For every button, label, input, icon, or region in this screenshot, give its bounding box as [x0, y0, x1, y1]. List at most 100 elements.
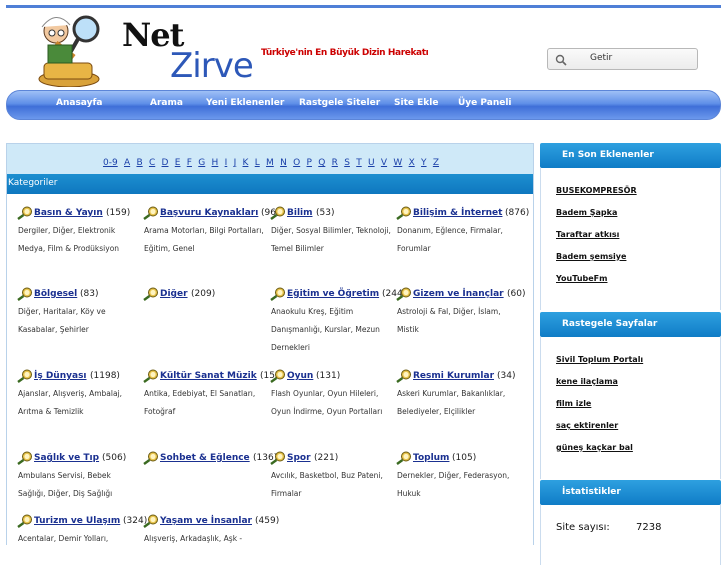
alphabet-link[interactable]: S	[344, 158, 350, 168]
latest-site-link[interactable]: Taraftar atkısı	[556, 224, 720, 246]
category-subcategories[interactable]: Diğer, Sosyal Bilimler, Teknoloji, Temel…	[269, 222, 391, 258]
alphabet-link[interactable]: J	[234, 158, 237, 168]
categories-header: Kategoriler	[7, 174, 533, 194]
category-subcategories[interactable]: Dernekler, Diğer, Federasyon, Hukuk	[395, 467, 517, 503]
logo-zirve-text[interactable]: Zirve	[170, 46, 254, 86]
category-link[interactable]: Resmi Kurumlar	[413, 371, 494, 381]
category-item: Gizem ve İnançlar (60) Astroloji & Fal, Di…	[395, 287, 525, 339]
category-link[interactable]: Basın & Yayın	[34, 208, 103, 218]
category-subcategories[interactable]: Anaokulu Kreş, Eğitim Danışmanlığı, Kurs…	[269, 303, 391, 357]
search-submit-button[interactable]: Getir	[590, 53, 612, 63]
category-link[interactable]: Bilişim & İnternet	[413, 208, 502, 218]
nav-random-sites[interactable]: Rastgele Siteler	[299, 98, 380, 108]
nav-home[interactable]: Anasayfa	[56, 98, 102, 108]
category-subcategories[interactable]: Dergiler, Diğer, Elektronik Medya, Film …	[16, 222, 138, 258]
alphabet-link[interactable]: D	[162, 158, 169, 168]
alphabet-link[interactable]: 0-9	[103, 158, 118, 168]
stats-heading: İstatistikler	[540, 480, 721, 505]
random-page-link[interactable]: saç ektirenler	[556, 415, 720, 437]
alphabet-link[interactable]: E	[175, 158, 181, 168]
category-subcategories[interactable]: Diğer, Haritalar, Köy ve Kasabalar, Şehi…	[16, 303, 138, 339]
nav-add-site[interactable]: Site Ekle	[394, 98, 438, 108]
category-link[interactable]: Bilim	[287, 208, 313, 218]
category-link[interactable]: Turizm ve Ulaşım	[34, 516, 120, 526]
magnifier-icon	[17, 287, 32, 301]
alphabet-link[interactable]: X	[409, 158, 415, 168]
nav-new-additions[interactable]: Yeni Eklenenler	[206, 98, 284, 108]
category-subcategories[interactable]: Ajanslar, Alışveriş, Ambalaj, Arıtma & T…	[16, 385, 138, 421]
category-item: İş Dünyası (1198) Ajanslar, Alışveriş, Amb…	[16, 369, 138, 421]
category-link[interactable]: Başvuru Kaynakları	[160, 208, 258, 218]
category-subcategories[interactable]: Antika, Edebiyat, El Sanatları, Fotoğraf	[142, 385, 264, 421]
search-box[interactable]: Getir	[547, 48, 698, 70]
alphabet-link[interactable]: V	[381, 158, 387, 168]
nav-search[interactable]: Arama	[150, 98, 183, 108]
stat-row: Site sayısı: 7238	[556, 517, 720, 539]
category-link[interactable]: Yaşam ve İnsanlar	[160, 516, 252, 526]
category-count: (459)	[255, 516, 280, 526]
alphabet-link[interactable]: N	[280, 158, 287, 168]
alphabet-link[interactable]: A	[124, 158, 130, 168]
alphabet-link[interactable]: T	[356, 158, 362, 168]
random-page-link[interactable]: Sivil Toplum Portalı	[556, 349, 720, 371]
category-subcategories[interactable]: Flash Oyunlar, Oyun Hileleri, Oyun İndir…	[269, 385, 391, 421]
category-link[interactable]: Toplum	[413, 453, 449, 463]
category-link[interactable]: Spor	[287, 453, 311, 463]
category-subcategories[interactable]: Askeri Kurumlar, Bakanlıklar, Belediyele…	[395, 385, 517, 421]
random-page-link[interactable]: kene ilaçlama	[556, 371, 720, 393]
random-links: Sivil Toplum Portalı kene ilaçlama film iz…	[540, 337, 721, 479]
alphabet-link[interactable]: C	[149, 158, 155, 168]
category-link[interactable]: Kültür Sanat Müzik	[160, 371, 257, 381]
alphabet-link[interactable]: U	[368, 158, 375, 168]
alphabet-link[interactable]: Q	[318, 158, 325, 168]
latest-site-link[interactable]: BUSEKOMPRESÖR	[556, 180, 720, 202]
category-link[interactable]: İş Dünyası	[34, 371, 87, 381]
alphabet-link[interactable]: P	[307, 158, 312, 168]
alphabet-link[interactable]: B	[136, 158, 142, 168]
category-subcategories[interactable]: Astroloji & Fal, Diğer, İslam, Mistik	[395, 303, 517, 339]
alphabet-link[interactable]: M	[266, 158, 274, 168]
category-link[interactable]: Bölgesel	[34, 289, 77, 299]
category-title-row: Basın & Yayın (159)	[16, 206, 138, 220]
magnifier-icon	[270, 451, 285, 465]
category-link[interactable]: Sağlık ve Tıp	[34, 453, 99, 463]
category-link[interactable]: Gizem ve İnançlar	[413, 289, 504, 299]
alphabet-link[interactable]: Y	[421, 158, 427, 168]
category-count: (34)	[497, 371, 516, 381]
alphabet-link[interactable]: I	[225, 158, 228, 168]
category-item: Başvuru Kaynakları (96) Arama Motorları, B…	[142, 206, 279, 258]
category-count: (53)	[316, 208, 335, 218]
stats-list: Site sayısı: 7238	[540, 505, 721, 565]
category-subcategories[interactable]: Alışveriş, Arkadaşlık, Aşk -	[142, 530, 264, 548]
alphabet-link[interactable]: H	[212, 158, 219, 168]
latest-site-link[interactable]: YouTubeFm	[556, 268, 720, 290]
category-link[interactable]: Eğitim ve Öğretim	[287, 289, 379, 299]
random-page-link[interactable]: film izle	[556, 393, 720, 415]
nav-member-panel[interactable]: Üye Paneli	[458, 98, 512, 108]
magnifier-icon	[270, 369, 285, 383]
category-link[interactable]: Sohbet & Eğlence	[160, 453, 250, 463]
category-link[interactable]: Diğer	[160, 289, 188, 299]
latest-site-link[interactable]: Badem şemsiye	[556, 246, 720, 268]
alphabet-link[interactable]: F	[187, 158, 192, 168]
category-title-row: Yaşam ve İnsanlar (459)	[142, 514, 279, 528]
alphabet-link[interactable]: K	[243, 158, 249, 168]
category-subcategories[interactable]: Donanım, Eğlence, Firmalar, Forumlar	[395, 222, 517, 258]
alphabet-link[interactable]: Z	[433, 158, 439, 168]
category-item: Oyun (131) Flash Oyunlar, Oyun Hileleri, O…	[269, 369, 391, 421]
random-page-link[interactable]: güneş kaçkar bal	[556, 437, 720, 459]
latest-site-link[interactable]: Badem Şapka	[556, 202, 720, 224]
alphabet-link[interactable]: L	[255, 158, 260, 168]
magnifier-icon	[17, 451, 32, 465]
category-link[interactable]: Oyun	[287, 371, 313, 381]
alphabet-link[interactable]: W	[393, 158, 402, 168]
category-subcategories[interactable]: Avcılık, Basketbol, Buz Pateni, Firmalar	[269, 467, 391, 503]
category-subcategories[interactable]: Acentalar, Demir Yolları,	[16, 530, 138, 548]
category-subcategories[interactable]: Arama Motorları, Bilgi Portalları, Eğiti…	[142, 222, 264, 258]
category-count: (105)	[452, 453, 477, 463]
alphabet-link[interactable]: O	[293, 158, 300, 168]
category-count: (159)	[106, 208, 131, 218]
alphabet-link[interactable]: G	[198, 158, 205, 168]
category-subcategories[interactable]: Ambulans Servisi, Bebek Sağlığı, Diğer, …	[16, 467, 138, 503]
alphabet-link[interactable]: R	[332, 158, 338, 168]
